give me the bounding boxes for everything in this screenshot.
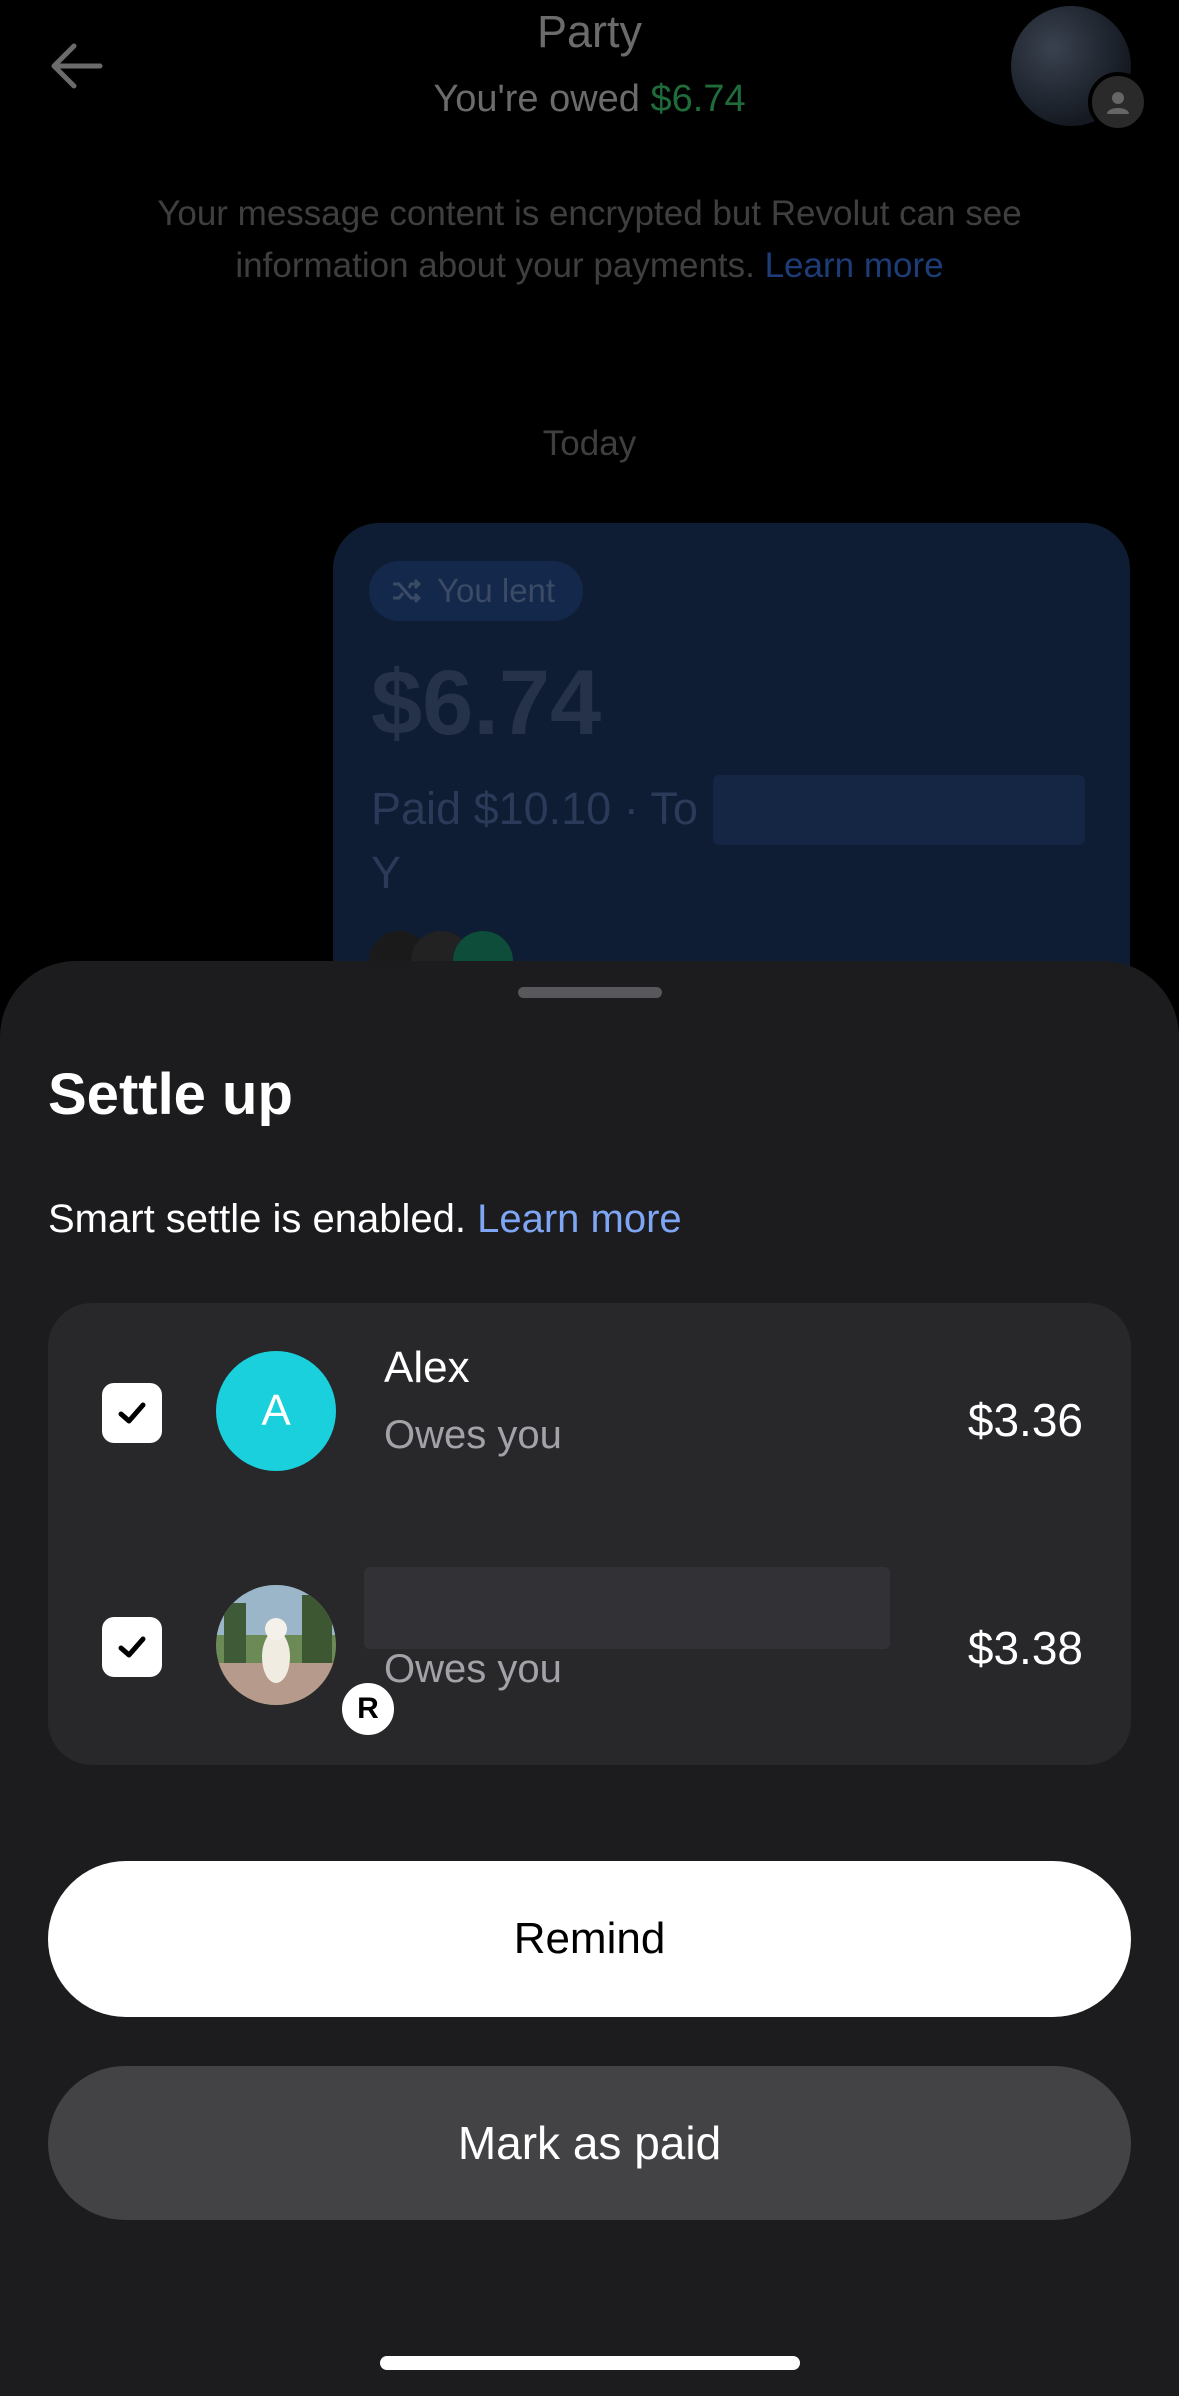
row-checkbox[interactable] [102,1383,162,1443]
smart-settle-text: Smart settle is enabled. [48,1197,466,1241]
lent-badge-label: You lent [437,572,556,609]
lent-amount: $6.74 [371,652,602,754]
list-item[interactable]: R Owes you $3.38 [48,1533,1131,1739]
sheet-title: Settle up [48,1062,293,1127]
debtors-list: A Alex Owes you $3.36 R Owes you $3.38 [48,1303,1131,1765]
row-status: Owes you [384,1413,562,1457]
home-indicator [380,2356,800,2370]
smart-settle-learn-more-link[interactable]: Learn more [477,1197,682,1241]
list-item[interactable]: A Alex Owes you $3.36 [48,1303,1131,1503]
encryption-note: Your message content is encrypted but Re… [90,188,1089,292]
row-amount: $3.36 [967,1394,1083,1446]
redacted-name [364,1567,890,1649]
row-status: Owes you [384,1647,562,1691]
owed-summary: You're owed $6.74 [0,78,1179,121]
encryption-learn-more-link[interactable]: Learn more [765,246,944,285]
check-icon [118,1636,146,1658]
lent-badge: You lent [369,561,584,621]
remind-button[interactable]: Remind [48,1861,1131,2017]
chat-title: Party [536,6,643,57]
avatar [216,1585,336,1705]
group-icon [1088,72,1148,132]
owed-amount: $6.74 [650,78,746,120]
sheet-drag-handle[interactable] [518,987,662,998]
check-icon [118,1402,146,1424]
row-checkbox[interactable] [102,1617,162,1677]
lent-paid-line: Paid $10.10 · To Y [371,777,731,905]
row-name: Alex [384,1343,470,1392]
mark-as-paid-button[interactable]: Mark as paid [48,2066,1131,2220]
split-icon [393,578,422,604]
lent-paid-text: Paid $10.10 · To [371,783,698,834]
date-separator: Today [542,424,637,463]
owed-prefix: You're owed [433,78,651,120]
avatar: A [216,1351,336,1471]
row-amount: $3.38 [967,1622,1083,1674]
lent-paid-suffix: Y [371,847,402,898]
smart-settle-note: Smart settle is enabled. Learn more [48,1197,682,1242]
redacted-recipient [713,775,1085,845]
